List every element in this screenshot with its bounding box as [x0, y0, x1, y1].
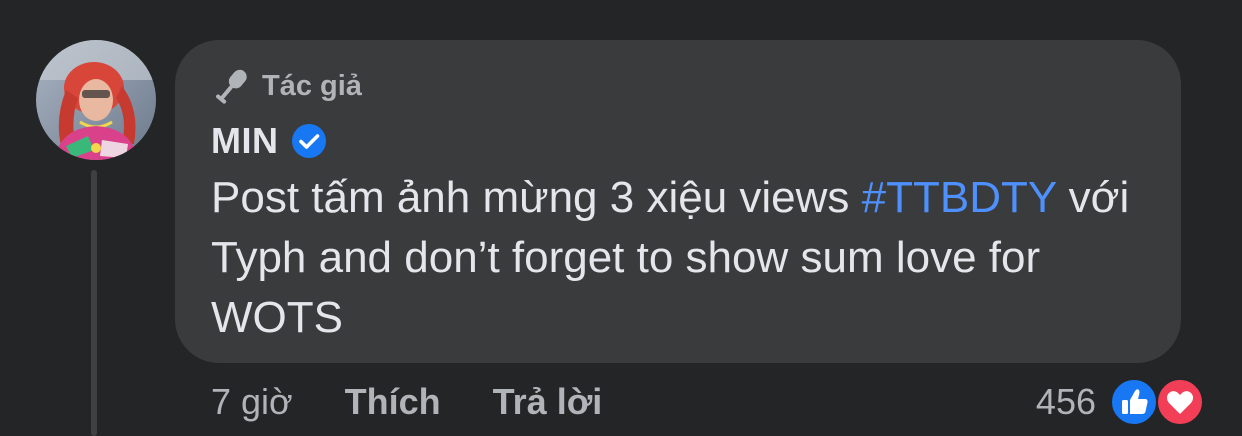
reactions-summary[interactable]: 456 — [1036, 376, 1208, 428]
comment-thread: Tác giả MIN Post tấm ảnh mừng 3 xiệu vie… — [0, 0, 1242, 436]
microphone-icon — [216, 69, 247, 104]
reaction-count: 456 — [1035, 381, 1096, 422]
timestamp[interactable]: 7 giờ — [211, 381, 293, 423]
love-icon — [1156, 378, 1204, 426]
hashtag-link[interactable]: #TTBDTY — [862, 173, 1057, 222]
avatar-image — [36, 40, 156, 160]
author-header: MIN — [211, 118, 327, 164]
comment-text-part: Post tấm ảnh mừng 3 xiệu views — [211, 173, 862, 222]
comment-actions: 7 giờ Thích Trả lời — [211, 378, 602, 426]
like-button[interactable]: Thích — [345, 381, 441, 423]
comment-body: Post tấm ảnh mừng 3 xiệu views #TTBDTY v… — [211, 168, 1161, 348]
author-badge-label: Tác giả — [262, 69, 362, 102]
author-badge: Tác giả — [212, 66, 362, 106]
author-name[interactable]: MIN — [211, 120, 279, 162]
avatar[interactable] — [36, 40, 156, 160]
reply-button[interactable]: Trả lời — [493, 381, 603, 423]
thread-connector-line — [91, 170, 97, 436]
verified-checkmark-icon — [291, 124, 326, 158]
like-icon — [1110, 378, 1158, 426]
reaction-icons — [1110, 377, 1208, 427]
